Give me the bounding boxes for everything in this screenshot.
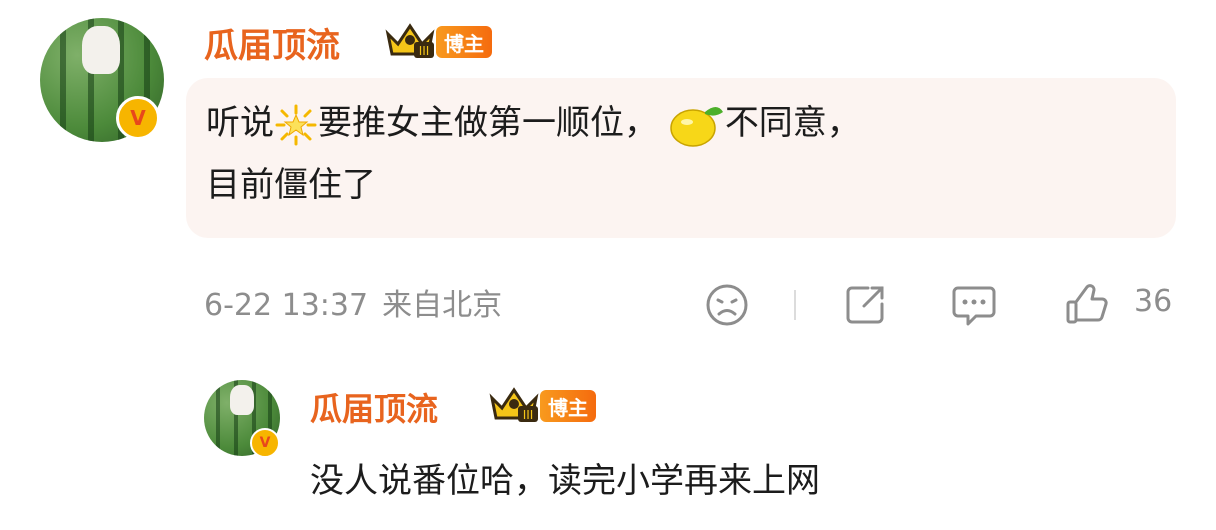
svg-text:III: III bbox=[523, 408, 534, 422]
crown-level-icon: III bbox=[385, 23, 435, 58]
comment-time: 6-22 13:37 bbox=[204, 288, 369, 323]
verified-icon: V bbox=[116, 96, 160, 140]
reply-crown-level-icon: III bbox=[489, 387, 539, 422]
comment-author[interactable]: 瓜届顶流 bbox=[204, 18, 340, 67]
comment-text-part1: 听说 bbox=[206, 103, 274, 143]
comment-icon[interactable] bbox=[950, 282, 998, 328]
role-badge: 博主 bbox=[436, 26, 492, 58]
like-icon[interactable] bbox=[1064, 282, 1110, 328]
comment-text-part3: 不同意， bbox=[724, 103, 861, 143]
comment-text: 听说 要推女主做第一顺位， 不同意， 目前僵住了 bbox=[206, 92, 861, 216]
comment-location: 来自北京 bbox=[382, 288, 503, 323]
comment-text-line2: 目前僵住了 bbox=[206, 165, 376, 205]
reply-role-badge: 博主 bbox=[540, 390, 596, 422]
comment-text-part2: 要推女主做第一顺位， bbox=[318, 103, 658, 143]
frown-icon[interactable] bbox=[704, 282, 750, 328]
comment-meta: 6-22 13:37 来自北京 bbox=[204, 280, 516, 324]
like-count: 36 bbox=[1134, 284, 1173, 319]
sun-emoji-icon bbox=[275, 104, 317, 145]
share-icon[interactable] bbox=[842, 282, 888, 328]
reply-verified-icon: V bbox=[250, 428, 280, 458]
divider bbox=[794, 290, 796, 320]
reply-text: 没人说番位哈，读完小学再来上网 bbox=[310, 461, 820, 501]
svg-text:III: III bbox=[419, 44, 430, 58]
reply-author[interactable]: 瓜届顶流 bbox=[310, 384, 438, 430]
lemon-emoji-icon bbox=[670, 106, 723, 147]
